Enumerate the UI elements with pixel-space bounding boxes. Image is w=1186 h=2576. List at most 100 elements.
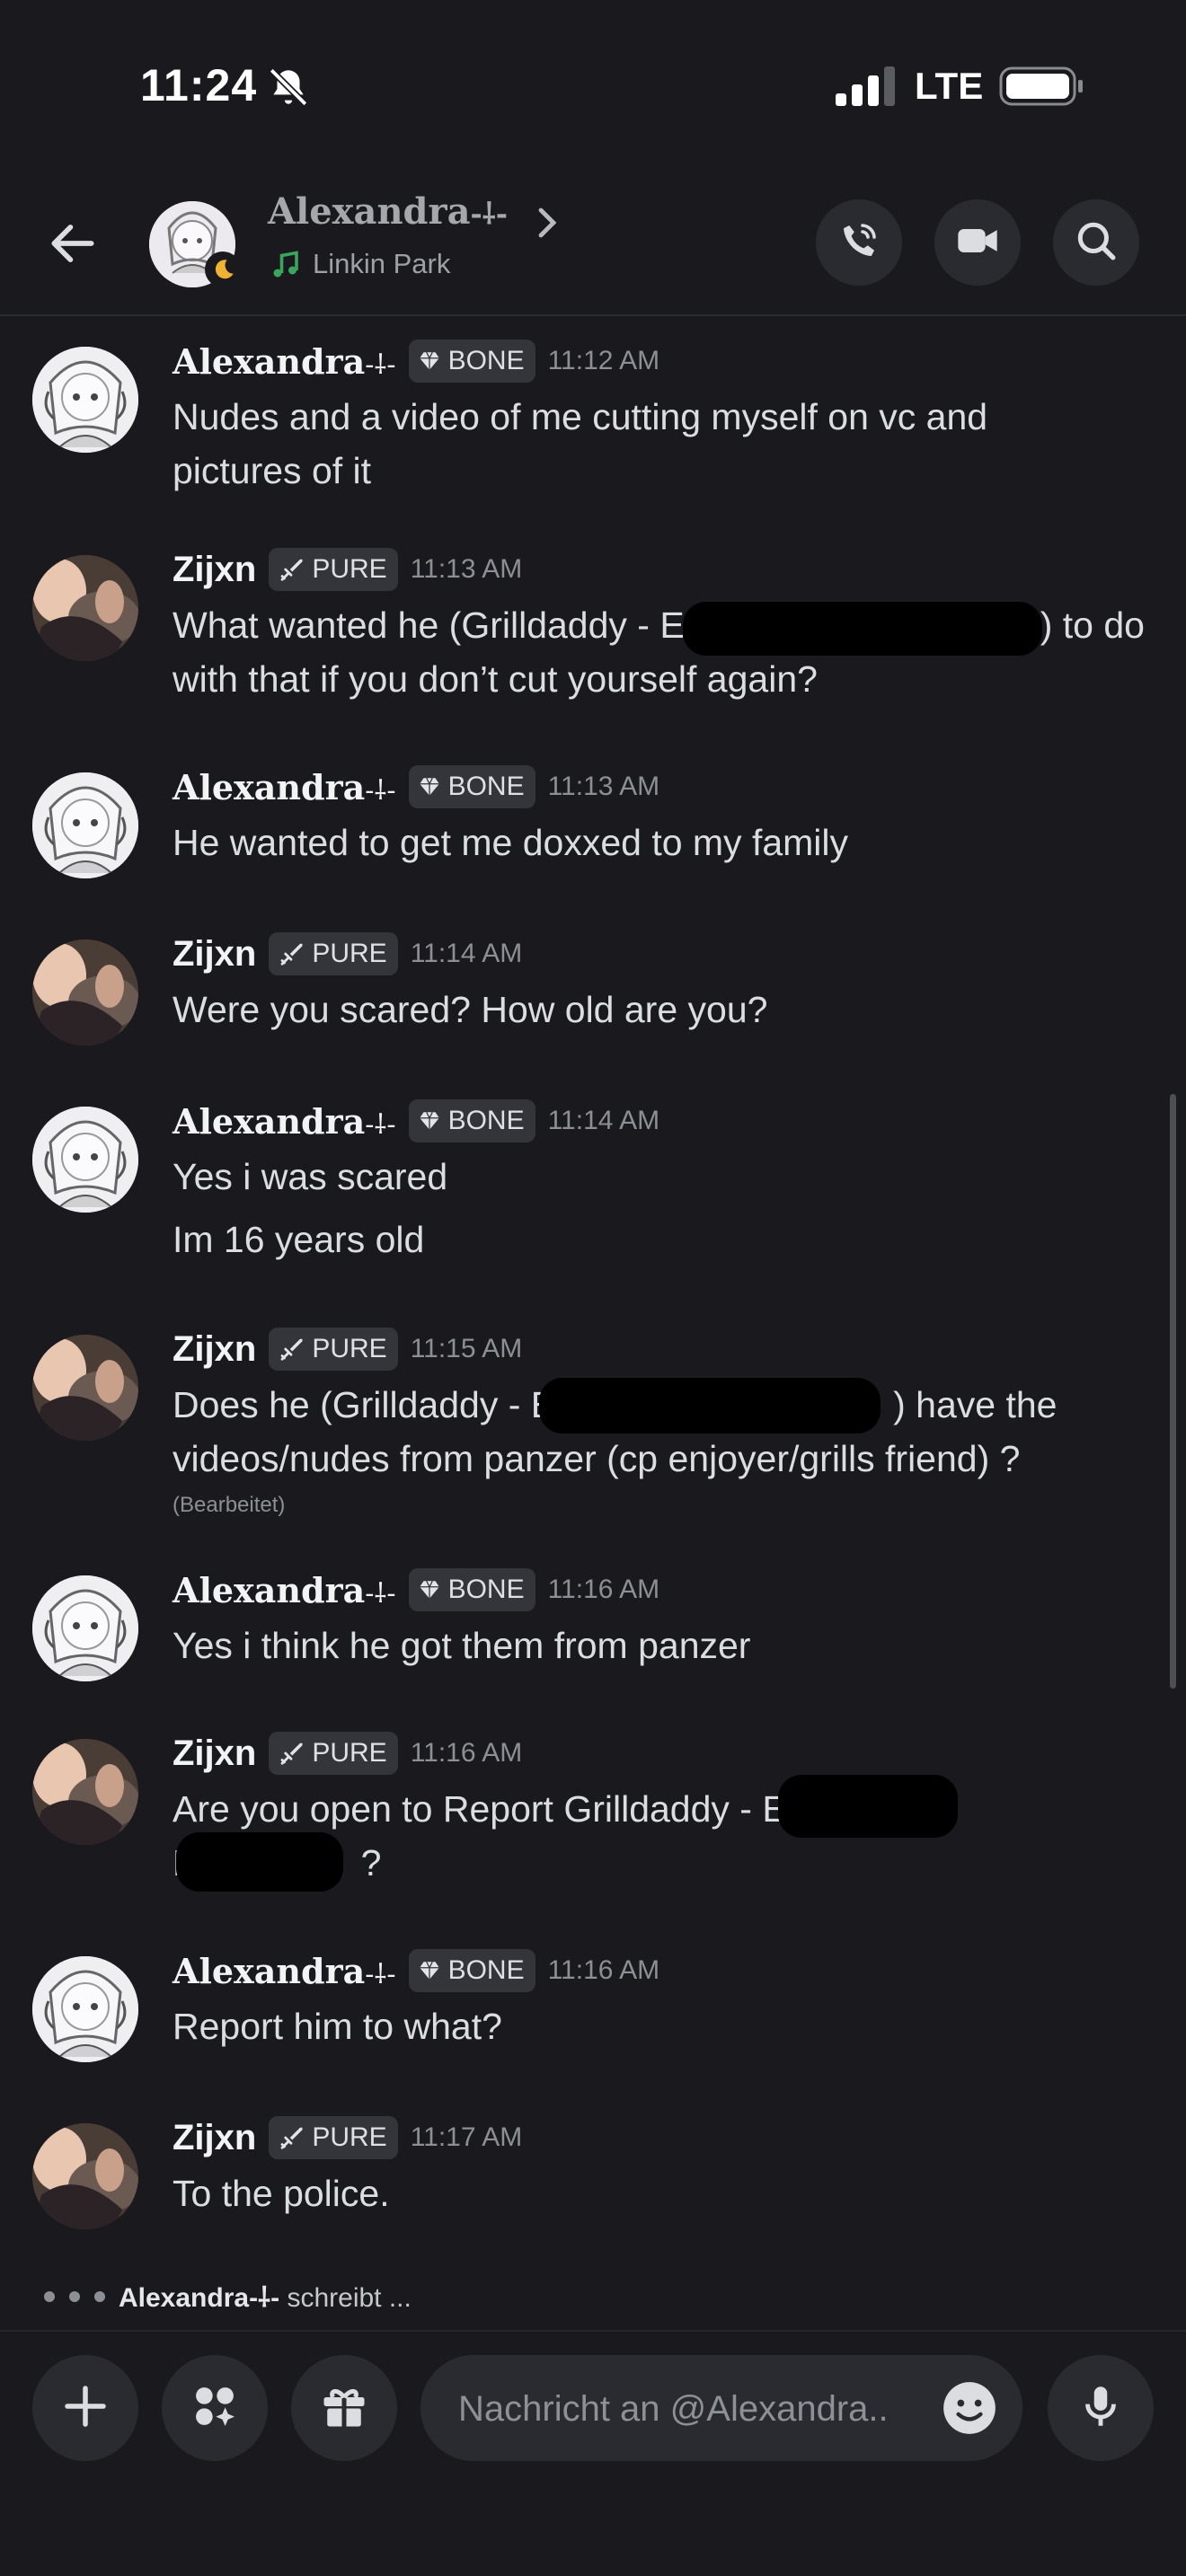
header-username[interactable]: Alexandra-⸸- bbox=[268, 190, 508, 233]
video-call-button[interactable] bbox=[934, 199, 1021, 286]
role-badge[interactable]: BONE bbox=[408, 340, 535, 383]
message-composer[interactable] bbox=[420, 2355, 1022, 2463]
role-badge[interactable]: BONE bbox=[408, 1949, 535, 1992]
edited-label: (Bearbeitet) bbox=[173, 1493, 286, 1517]
header-divider bbox=[0, 314, 1186, 316]
author-avatar[interactable] bbox=[32, 1335, 138, 1441]
message-line: Were you scared? How old are you? bbox=[173, 989, 768, 1030]
message-line: Report him to what? bbox=[173, 2006, 502, 2047]
message-line: Nudes and a video of me cutting myself o… bbox=[173, 396, 988, 437]
gift-icon bbox=[317, 2379, 371, 2438]
message-timestamp: 11:14 AM bbox=[547, 1106, 660, 1135]
message-timestamp: 11:16 AM bbox=[410, 1738, 523, 1768]
message-header: Alexandra-⸸- BONE 11:13 AM bbox=[173, 765, 659, 808]
add-attachment-button[interactable] bbox=[32, 2355, 138, 2461]
badge-label: PURE bbox=[312, 939, 387, 968]
role-badge[interactable]: PURE bbox=[269, 1328, 398, 1371]
apps-icon bbox=[187, 2378, 243, 2439]
sword-icon bbox=[278, 2124, 305, 2151]
redaction-block bbox=[778, 1775, 958, 1838]
gem-icon bbox=[418, 775, 441, 798]
badge-label: PURE bbox=[312, 554, 387, 584]
author-name[interactable]: Zijxn bbox=[173, 2118, 256, 2158]
message-header: Zijxn PURE 11:17 AM bbox=[173, 2116, 522, 2159]
message-timestamp: 11:16 AM bbox=[547, 1575, 660, 1604]
message-line: Im 16 years old bbox=[173, 1219, 425, 1260]
author-name[interactable]: Zijxn bbox=[173, 934, 256, 975]
apps-button[interactable] bbox=[162, 2355, 268, 2461]
author-avatar[interactable] bbox=[32, 940, 138, 1045]
gem-icon bbox=[418, 1109, 441, 1133]
gift-button[interactable] bbox=[291, 2355, 397, 2461]
typing-dots-icon bbox=[43, 2290, 106, 2307]
search-button[interactable] bbox=[1053, 199, 1139, 286]
message-header: Zijxn PURE 11:16 AM bbox=[173, 1732, 522, 1775]
voice-call-button[interactable] bbox=[816, 199, 902, 286]
message-header: Zijxn PURE 11:13 AM bbox=[173, 548, 522, 591]
message-line: pictures of it bbox=[173, 450, 372, 491]
role-badge[interactable]: BONE bbox=[408, 1568, 535, 1611]
badge-label: BONE bbox=[447, 1575, 525, 1604]
sword-icon bbox=[278, 1336, 305, 1363]
message-input[interactable] bbox=[456, 2355, 927, 2463]
music-note-icon bbox=[270, 249, 302, 286]
sword-icon bbox=[278, 556, 305, 583]
message-header: Alexandra-⸸- BONE 11:16 AM bbox=[173, 1568, 659, 1611]
author-avatar[interactable] bbox=[32, 347, 138, 453]
sword-icon bbox=[278, 1740, 305, 1767]
gem-icon bbox=[418, 1578, 441, 1601]
battery-icon bbox=[999, 66, 1084, 110]
emoji-icon[interactable] bbox=[940, 2378, 999, 2442]
message-timestamp: 11:15 AM bbox=[410, 1334, 523, 1363]
author-avatar[interactable] bbox=[32, 1956, 138, 2062]
message-timestamp: 11:13 AM bbox=[410, 554, 523, 584]
chevron-right-icon[interactable] bbox=[535, 205, 561, 245]
redaction-block bbox=[539, 1378, 881, 1434]
scrollbar[interactable] bbox=[1170, 1094, 1176, 1689]
composer-divider bbox=[0, 2330, 1186, 2332]
gem-icon bbox=[418, 1959, 441, 1982]
message-timestamp: 11:13 AM bbox=[547, 772, 660, 801]
voice-message-button[interactable] bbox=[1048, 2355, 1154, 2461]
author-avatar[interactable] bbox=[32, 772, 138, 878]
author-name[interactable]: Alexandra-⸸- bbox=[173, 1101, 396, 1142]
role-badge[interactable]: PURE bbox=[269, 1732, 398, 1775]
author-avatar[interactable] bbox=[32, 1107, 138, 1213]
author-avatar[interactable] bbox=[32, 1739, 138, 1845]
message-content: Yes i think he got them from panzer bbox=[173, 1619, 1186, 1672]
author-name[interactable]: Alexandra-⸸- bbox=[173, 1570, 396, 1610]
author-name[interactable]: Alexandra-⸸- bbox=[173, 767, 396, 807]
message-timestamp: 11:17 AM bbox=[410, 2122, 523, 2152]
message-header: Zijxn PURE 11:15 AM bbox=[173, 1328, 522, 1371]
message-content: To the police. bbox=[173, 2166, 1186, 2220]
badge-label: BONE bbox=[447, 772, 525, 801]
message-header: Alexandra-⸸- BONE 11:16 AM bbox=[173, 1949, 659, 1992]
role-badge[interactable]: BONE bbox=[408, 1099, 535, 1142]
author-avatar[interactable] bbox=[32, 2123, 138, 2229]
author-avatar[interactable] bbox=[32, 1575, 138, 1681]
role-badge[interactable]: PURE bbox=[269, 2116, 398, 2159]
message-header: Alexandra-⸸- BONE 11:12 AM bbox=[173, 340, 659, 383]
role-badge[interactable]: BONE bbox=[408, 765, 535, 808]
activity-status: Linkin Park bbox=[313, 248, 451, 279]
message-line: To the police. bbox=[173, 2173, 390, 2214]
badge-label: BONE bbox=[447, 346, 525, 375]
microphone-icon bbox=[1075, 2380, 1127, 2437]
message-content: Nudes and a video of me cutting myself o… bbox=[173, 390, 1186, 498]
message-line: videos/nudes from panzer (cp enjoyer/gri… bbox=[173, 1438, 1021, 1479]
search-icon bbox=[1074, 218, 1119, 268]
redaction-block bbox=[176, 1832, 343, 1892]
author-name[interactable]: Zijxn bbox=[173, 1329, 256, 1370]
message-header: Zijxn PURE 11:14 AM bbox=[173, 932, 522, 975]
role-badge[interactable]: PURE bbox=[269, 548, 398, 591]
back-arrow-icon[interactable] bbox=[45, 216, 101, 276]
author-avatar[interactable] bbox=[32, 555, 138, 661]
role-badge[interactable]: PURE bbox=[269, 932, 398, 975]
author-name[interactable]: Alexandra-⸸- bbox=[173, 341, 396, 382]
redaction-block bbox=[683, 602, 1042, 656]
gem-icon bbox=[418, 349, 441, 373]
author-name[interactable]: Zijxn bbox=[173, 550, 256, 590]
author-name[interactable]: Alexandra-⸸- bbox=[173, 1951, 396, 1991]
message-line: He wanted to get me doxxed to my family bbox=[173, 822, 849, 863]
author-name[interactable]: Zijxn bbox=[173, 1734, 256, 1774]
